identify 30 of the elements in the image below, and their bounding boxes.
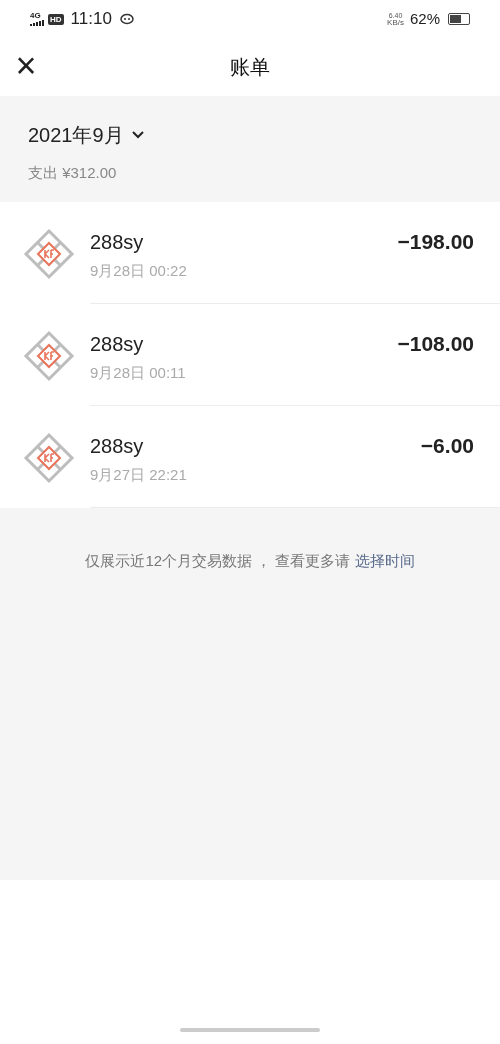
transaction-time: 9月27日 22:21 [90,465,187,485]
month-selector[interactable]: 2021年9月 [28,120,144,150]
merchant-name: 288sy [90,230,145,255]
merchant-logo-icon [23,432,75,484]
transaction-amount: −198.00 [397,229,474,255]
home-indicator[interactable] [180,1028,320,1032]
battery-icon [448,13,470,25]
select-time-link[interactable]: 选择时间 [354,552,415,569]
merchant-name: 288sy [90,332,145,357]
battery-percent: 62% [409,8,440,29]
hd-badge: HD [48,13,64,25]
merchant-logo-icon [23,330,75,382]
close-button[interactable]: × [12,46,40,86]
transaction-time: 9月28日 00:11 [90,363,186,383]
transaction-row[interactable]: 288sy 9月28日 00:11 −108.00 [0,304,500,406]
transaction-amount: −108.00 [397,331,474,357]
caret-icon [131,131,144,139]
clock-time: 11:10 [70,8,112,31]
footer-note: 仅展示近12个月交易数据 ， 查看更多请 选择时间 [85,551,415,571]
transaction-time: 9月28日 00:22 [90,261,187,281]
merchant-logo-icon [23,228,75,280]
merchant-name: 288sy [90,434,145,459]
signal-icon [30,20,44,26]
transaction-amount: −6.00 [420,433,474,459]
notification-icon [119,13,134,25]
transaction-row[interactable]: 288sy 9月28日 00:22 −198.00 [0,202,500,304]
speed-unit: KB/s [387,18,404,27]
page-title: 账单 [230,55,270,80]
expense-summary: 支出 ¥312.00 [28,163,118,183]
network-label: 4G [30,12,41,20]
